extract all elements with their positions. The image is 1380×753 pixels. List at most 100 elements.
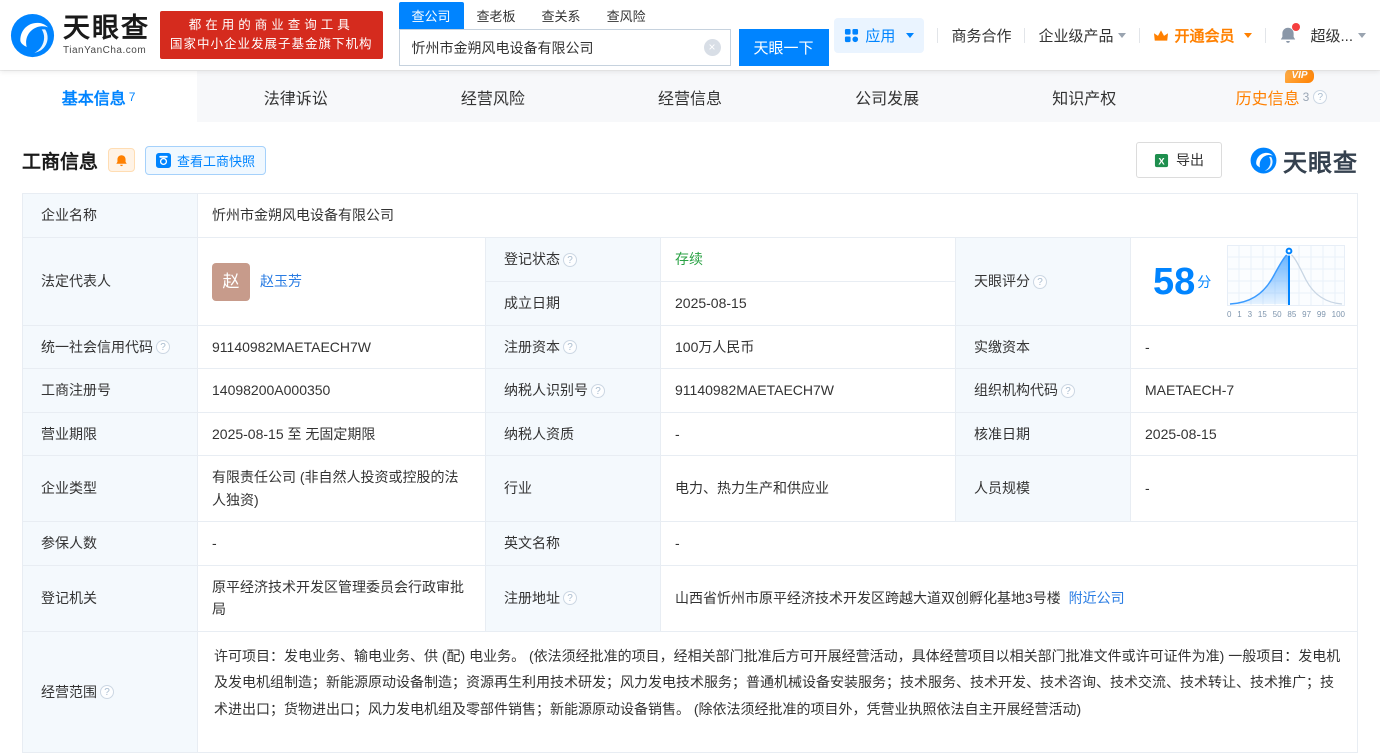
score-chart-ticks: 01 315 5085 9799 100 <box>1227 310 1345 319</box>
company-name-value: 忻州市金朔风电设备有限公司 <box>198 194 1357 237</box>
apps-grid-icon <box>844 28 859 43</box>
help-icon[interactable]: ? <box>1313 90 1327 104</box>
business-info-table: 企业名称 忻州市金朔风电设备有限公司 法定代表人 赵 赵玉芳 登记状态 ? 存续… <box>22 193 1358 753</box>
table-row-company-type: 企业类型 有限责任公司 (非自然人投资或控股的法人独资) 行业 电力、热力生产和… <box>23 456 1357 522</box>
legal-rep-label: 法定代表人 <box>23 238 198 325</box>
tab-basic-info-count: 7 <box>129 90 136 104</box>
company-name-label: 企业名称 <box>23 194 198 237</box>
enterprise-products-link[interactable]: 企业级产品 <box>1038 25 1126 46</box>
english-name-label: 英文名称 <box>486 522 661 565</box>
approval-date-value: 2025-08-15 <box>1131 413 1357 455</box>
notification-bell-icon[interactable] <box>1279 26 1297 44</box>
divider <box>937 28 938 43</box>
logo-domain: TianYanCha.com <box>63 45 150 56</box>
reg-authority-value: 原平经济技术开发区管理委员会行政审批局 <box>198 566 486 631</box>
slogan-banner: 都在用的商业查询工具 国家中小企业发展子基金旗下机构 <box>160 11 383 60</box>
english-name-value: - <box>661 522 1357 565</box>
tab-business-info[interactable]: 经营信息 <box>591 71 788 122</box>
legal-rep-value: 赵 赵玉芳 <box>198 238 486 325</box>
table-row-credit-code: 统一社会信用代码 ? 91140982MAETAECH7W 注册资本 ? 100… <box>23 326 1357 369</box>
staff-size-value: - <box>1131 456 1357 521</box>
tianyancha-watermark-icon <box>1250 147 1277 174</box>
open-vip-link[interactable]: 开通会员 <box>1153 25 1252 46</box>
reg-status-value: 存续 <box>661 238 955 281</box>
tab-intellectual-property[interactable]: 知识产权 <box>986 71 1183 122</box>
crown-icon <box>1153 29 1169 42</box>
business-term-label: 营业期限 <box>23 413 198 455</box>
help-icon[interactable]: ? <box>156 340 170 354</box>
reg-number-value: 14098200A000350 <box>198 369 486 411</box>
company-type-label: 企业类型 <box>23 456 198 521</box>
slogan-line1: 都在用的商业查询工具 <box>170 16 373 35</box>
table-row-company-name: 企业名称 忻州市金朔风电设备有限公司 <box>23 194 1357 238</box>
establish-date-label: 成立日期 <box>486 282 661 325</box>
approval-date-label: 核准日期 <box>956 413 1131 455</box>
business-scope-value: 许可项目：发电业务、输电业务、供 (配) 电业务。 (依法须经批准的项目，经相关… <box>198 632 1357 752</box>
status-date-column: 登记状态 ? 存续 成立日期 2025-08-15 <box>486 238 956 325</box>
credit-code-label: 统一社会信用代码 ? <box>23 326 198 368</box>
notification-dot <box>1292 23 1300 31</box>
monitor-bell-button[interactable] <box>108 148 135 172</box>
reg-authority-label: 登记机关 <box>23 566 198 631</box>
table-row-legal-rep: 法定代表人 赵 赵玉芳 登记状态 ? 存续 成立日期 2025-08-15 天眼… <box>23 238 1357 326</box>
legal-rep-link[interactable]: 赵玉芳 <box>260 270 302 292</box>
camera-icon <box>156 153 171 168</box>
view-snapshot-button[interactable]: 查看工商快照 <box>145 146 266 175</box>
business-term-value: 2025-08-15 至 无固定期限 <box>198 413 486 455</box>
bell-icon <box>115 154 128 167</box>
tab-company-development[interactable]: 公司发展 <box>789 71 986 122</box>
reg-number-label: 工商注册号 <box>23 369 198 411</box>
company-type-value: 有限责任公司 (非自然人投资或控股的法人独资) <box>198 456 486 521</box>
taxpayer-quality-value: - <box>661 413 956 455</box>
reg-capital-label: 注册资本 ? <box>486 326 661 368</box>
chevron-down-icon <box>1358 33 1366 38</box>
search-button[interactable]: 天眼一下 <box>739 29 829 66</box>
business-cooperation-link[interactable]: 商务合作 <box>951 25 1011 46</box>
user-account-menu[interactable]: 超级... <box>1310 25 1366 46</box>
score-distribution-chart: 01 315 5085 9799 100 <box>1227 245 1349 319</box>
slogan-line2: 国家中小企业发展子基金旗下机构 <box>170 35 373 54</box>
open-vip-label: 开通会员 <box>1174 25 1234 46</box>
table-row-reg-number: 工商注册号 14098200A000350 纳税人识别号 ? 91140982M… <box>23 369 1357 412</box>
help-icon[interactable]: ? <box>591 384 605 398</box>
tianyancha-logo[interactable]: 天眼查 TianYanCha.com <box>10 13 150 58</box>
chevron-down-icon <box>1244 33 1252 38</box>
search-tab-boss[interactable]: 查老板 <box>464 2 529 29</box>
help-icon[interactable]: ? <box>1033 275 1047 289</box>
search-tab-risk[interactable]: 查风险 <box>594 2 659 29</box>
header-menu: 应用 商务合作 企业级产品 开通会员 超级... <box>834 18 1366 53</box>
table-row-business-scope: 经营范围 ? 许可项目：发电业务、输电业务、供 (配) 电业务。 (依法须经批准… <box>23 632 1357 752</box>
nearby-companies-link[interactable]: 附近公司 <box>1069 587 1125 609</box>
apps-label: 应用 <box>865 25 895 46</box>
tab-history-info[interactable]: 历史信息 VIP 3 ? <box>1183 71 1380 122</box>
insured-count-label: 参保人数 <box>23 522 198 565</box>
table-row-reg-authority: 登记机关 原平经济技术开发区管理委员会行政审批局 注册地址 ? 山西省忻州市原平… <box>23 566 1357 632</box>
help-icon[interactable]: ? <box>100 685 114 699</box>
search-tab-company[interactable]: 查公司 <box>399 2 464 29</box>
establish-date-value: 2025-08-15 <box>661 282 955 325</box>
score-value: 58 分 <box>1131 238 1357 325</box>
chevron-down-icon <box>906 33 914 38</box>
business-scope-label: 经营范围 ? <box>23 632 198 752</box>
reg-status-label: 登记状态 ? <box>486 238 661 281</box>
taxpayer-quality-label: 纳税人资质 <box>486 413 661 455</box>
org-code-value: MAETAECH-7 <box>1131 369 1357 411</box>
clear-search-icon[interactable]: × <box>704 39 721 56</box>
paid-capital-label: 实缴资本 <box>956 326 1131 368</box>
tab-history-count: 3 <box>1303 90 1310 104</box>
tab-basic-info[interactable]: 基本信息 7 <box>0 71 197 122</box>
tab-legal-proceedings[interactable]: 法律诉讼 <box>197 71 394 122</box>
avatar[interactable]: 赵 <box>212 263 250 301</box>
apps-menu[interactable]: 应用 <box>834 18 924 53</box>
help-icon[interactable]: ? <box>563 591 577 605</box>
tab-operating-risk[interactable]: 经营风险 <box>394 71 591 122</box>
help-icon[interactable]: ? <box>563 253 577 267</box>
search-input[interactable] <box>412 40 704 56</box>
help-icon[interactable]: ? <box>563 340 577 354</box>
business-info-header: 工商信息 查看工商快照 X 导出 天眼查 <box>0 122 1380 193</box>
help-icon[interactable]: ? <box>1061 384 1075 398</box>
tianyancha-logo-icon <box>10 13 55 58</box>
search-tab-relation[interactable]: 查关系 <box>529 2 594 29</box>
taxpayer-id-value: 91140982MAETAECH7W <box>661 369 956 411</box>
export-button[interactable]: X 导出 <box>1136 142 1222 178</box>
